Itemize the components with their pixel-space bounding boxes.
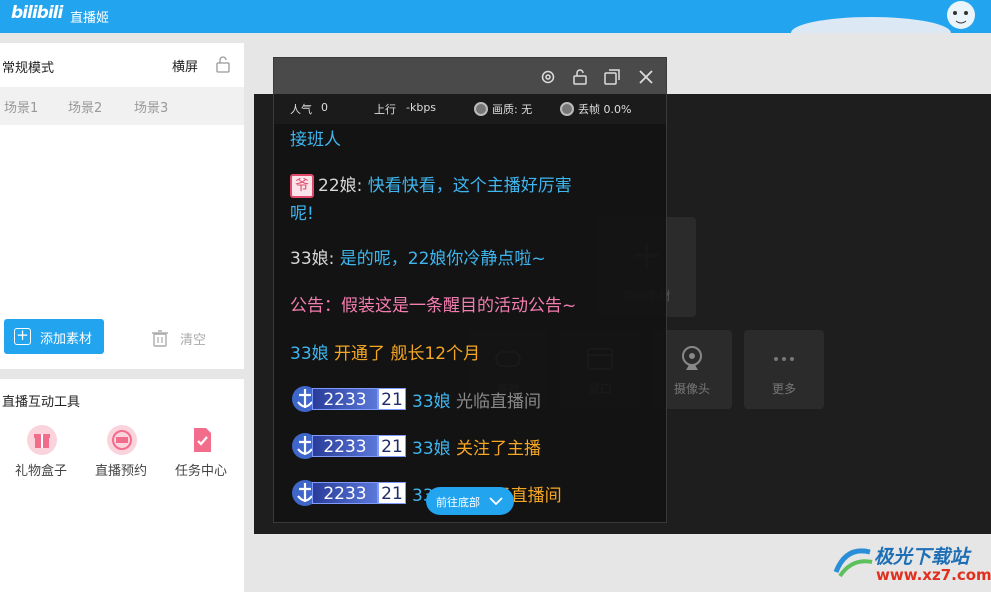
tab-scene-2[interactable]: 场景2 [68, 97, 102, 116]
gear-icon[interactable] [539, 68, 557, 86]
username: 33娘 [412, 392, 451, 412]
quality-dot-icon [474, 102, 488, 116]
unlock-icon[interactable] [571, 68, 589, 86]
username: 33娘 [290, 344, 329, 364]
tab-scene-1[interactable]: 场景1 [4, 97, 38, 116]
gift-icon [27, 425, 57, 455]
source-more-button[interactable]: 更多 [744, 330, 824, 409]
username: 22娘: [318, 176, 363, 196]
announcement-message: 公告：假装这是一条醒目的活动公告~ [290, 296, 577, 316]
tab-scene-3[interactable]: 场景3 [134, 97, 168, 116]
orientation-toggle[interactable]: 横屏 [172, 56, 198, 75]
message-text: 关注了主播 [456, 439, 542, 459]
camera-icon [682, 346, 702, 370]
tool-live-reservation[interactable]: 直播预约 [86, 425, 156, 485]
message-text: 开通了 舰长12个月 [334, 344, 481, 364]
add-material-button[interactable]: + 添加素材 [4, 319, 104, 354]
message-text: 快看快看，这个主播好厉害 [367, 176, 572, 196]
guard-number: 2233 [312, 482, 378, 504]
go-to-bottom-label: 前往底部 [436, 496, 480, 509]
danmaku-window: 人气 0 上行 -kbps 画质: 无 丢帧 0.0% 接班人 爷 22娘: 快看… [273, 57, 667, 523]
app-title: 直播姬 [70, 11, 110, 26]
go-to-bottom-button[interactable]: 前往底部 [426, 487, 514, 515]
danmaku-message: 2233 21 33娘 光临直播间 [290, 386, 541, 416]
danmaku-message: 2233 21 33娘 关注了主播 [290, 433, 541, 463]
aurora-logo-icon [833, 548, 873, 578]
guard-number: 2233 [312, 435, 378, 457]
dropped-frames-indicator: 丢帧 0.0% [560, 101, 631, 117]
task-icon [194, 428, 211, 452]
popularity-value: 0 [321, 101, 328, 114]
dropped-label: 丢帧 0.0% [578, 103, 632, 116]
watermark: 极光下载站 www.xz7.com [832, 540, 991, 590]
message-text: 是的呢，22娘你冷静点啦~ [339, 249, 546, 269]
plus-icon: + [14, 328, 31, 345]
reservation-icon [107, 425, 137, 455]
guard-level: 21 [378, 388, 406, 410]
source-label: 更多 [771, 382, 796, 396]
tool-label: 礼物盒子 [14, 464, 67, 479]
danmaku-message: 33娘 开通了 舰长12个月 [290, 340, 480, 368]
chevron-down-icon [489, 497, 503, 506]
quality-label: 画质: 无 [492, 103, 533, 116]
pin-top-icon[interactable] [603, 68, 621, 86]
quality-indicator: 画质: 无 [474, 101, 532, 117]
message-text: 光临直播间 [456, 392, 542, 412]
bilibili-logo: bilibili [11, 3, 63, 23]
upload-value: -kbps [406, 101, 437, 114]
guard-number: 2233 [312, 388, 378, 410]
guard-badge: 2233 21 [290, 480, 406, 506]
danmaku-message: 接班人 [290, 130, 341, 150]
guard-level: 21 [378, 482, 406, 504]
guard-level: 21 [378, 435, 406, 457]
watermark-name: 极光下载站 [874, 546, 970, 568]
danmaku-header[interactable] [274, 58, 666, 94]
clear-label: 清空 [180, 333, 207, 348]
guard-badge: 2233 21 [290, 433, 406, 459]
tool-label: 直播预约 [94, 464, 147, 479]
watermark-url: www.xz7.com [876, 566, 991, 584]
dropped-dot-icon [560, 102, 574, 116]
tool-gift-box[interactable]: 礼物盒子 [6, 425, 76, 485]
unlock-icon[interactable] [214, 55, 232, 73]
username: 33娘 [412, 439, 451, 459]
danmaku-message: 爷 22娘: 快看快看，这个主播好厉害 [290, 172, 572, 200]
username: 33娘: [290, 249, 335, 269]
tool-task-center[interactable]: 任务中心 [166, 425, 236, 485]
scene-tabs: 场景1 场景2 场景3 [0, 87, 244, 125]
title-bar: bilibili 直播姬 [0, 0, 991, 33]
trash-icon [152, 330, 168, 347]
tool-label: 任务中心 [174, 464, 227, 479]
stream-stats-bar: 人气 0 上行 -kbps 画质: 无 丢帧 0.0% [274, 94, 666, 124]
more-icon [774, 357, 794, 361]
popularity-label: 人气 [290, 103, 312, 116]
vip-badge-icon: 爷 [290, 174, 314, 198]
message-text-continued: 呢! [290, 204, 314, 224]
upload-label: 上行 [374, 103, 396, 116]
close-icon[interactable] [637, 68, 655, 86]
guard-badge: 2233 21 [290, 386, 406, 412]
danmaku-message: 33娘: 是的呢，22娘你冷静点啦~ [290, 245, 546, 273]
header-decoration-icon [791, 1, 975, 33]
mode-label[interactable]: 常规模式 [2, 57, 54, 76]
add-material-label: 添加素材 [40, 332, 93, 347]
tools-title: 直播互动工具 [2, 395, 81, 410]
scene-panel: 常规模式 横屏 场景1 场景2 场景3 + 添加素材 清空 [0, 43, 244, 369]
interaction-tools-panel: 直播互动工具 礼物盒子 直播预约 任务中心 [0, 379, 244, 592]
